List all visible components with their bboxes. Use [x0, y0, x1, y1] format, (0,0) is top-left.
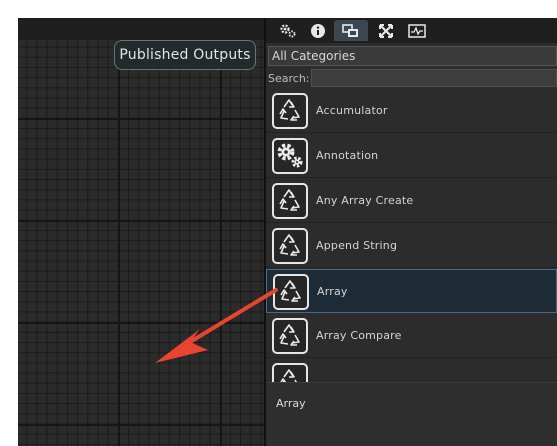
info-tool-button[interactable]: [304, 20, 332, 41]
recycle-icon: [273, 274, 309, 310]
app-window: Published Outputs All Categories Search:…: [18, 18, 557, 446]
list-item-accumulator[interactable]: Accumulator: [266, 89, 557, 133]
expand-tool-button[interactable]: [372, 20, 400, 41]
list-item-label: Annotation: [316, 149, 379, 162]
expand-icon: [379, 23, 393, 38]
panel-toolbar: [266, 18, 557, 43]
selected-node-name: Array: [276, 397, 306, 410]
nodes-tool-button[interactable]: [334, 20, 368, 41]
list-item-array[interactable]: Array: [266, 269, 557, 313]
graph-canvas[interactable]: [18, 40, 264, 446]
list-item-label: Accumulator: [316, 104, 388, 117]
nodes-icon: [342, 23, 358, 37]
gears-icon: [272, 138, 308, 174]
list-item-label: Append String: [316, 239, 398, 252]
recycle-icon: [272, 363, 308, 382]
monitor-tool-button[interactable]: [402, 20, 432, 41]
recycle-icon: [272, 93, 308, 129]
search-input[interactable]: [311, 69, 557, 87]
node-list[interactable]: Accumulator Annotation Any Array Create …: [266, 89, 557, 382]
list-item-partial[interactable]: [266, 359, 557, 382]
list-item-array-compare[interactable]: Array Compare: [266, 314, 557, 358]
list-item-any-array-create[interactable]: Any Array Create: [266, 179, 557, 223]
list-item-annotation[interactable]: Annotation: [266, 134, 557, 178]
list-item-label: Array Compare: [316, 329, 402, 342]
category-select[interactable]: All Categories: [268, 46, 557, 66]
monitor-icon: [408, 23, 426, 38]
recycle-icon: [272, 228, 308, 264]
gears-tool-button[interactable]: [274, 20, 302, 41]
recycle-icon: [272, 318, 308, 354]
list-item-label: Any Array Create: [316, 194, 414, 207]
list-item-label: Array: [317, 285, 348, 298]
node-library-panel: All Categories Search: Accumulator Annot…: [266, 18, 557, 446]
list-item-append-string[interactable]: Append String: [266, 224, 557, 268]
selection-status-bar: Array: [266, 382, 557, 446]
published-outputs-button[interactable]: Published Outputs: [114, 40, 256, 70]
recycle-icon: [272, 183, 308, 219]
search-label: Search:: [268, 72, 310, 85]
gears-icon: [280, 23, 296, 37]
info-icon: [311, 23, 325, 38]
